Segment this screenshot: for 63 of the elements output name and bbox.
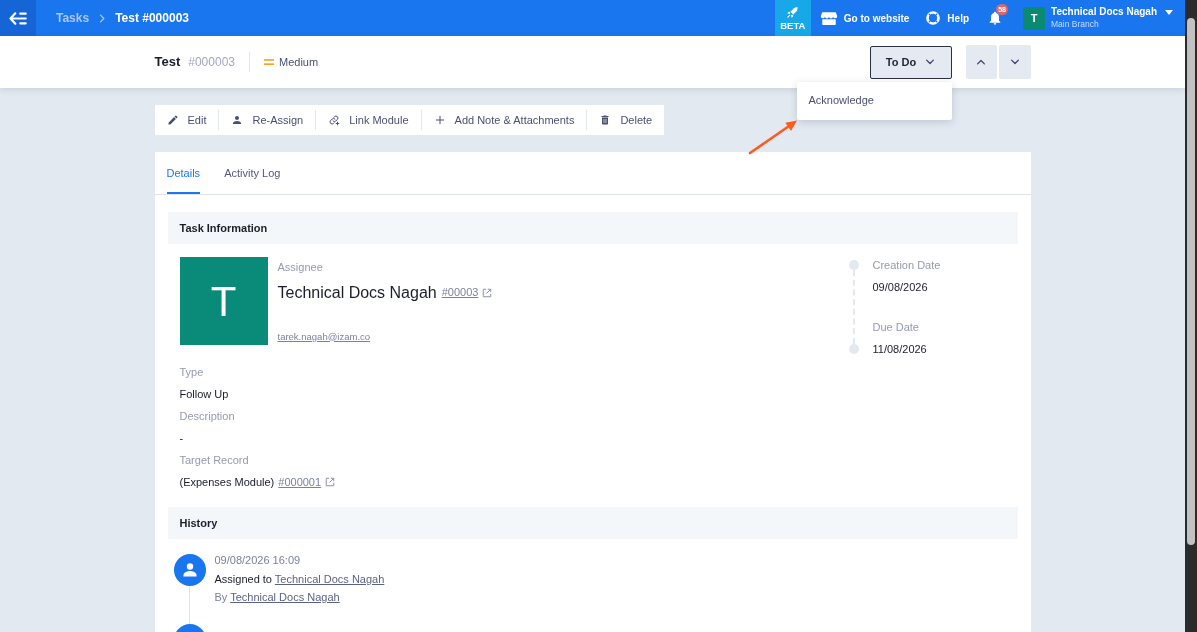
date-value: 09/08/2026 <box>872 280 929 295</box>
pencil-icon <box>166 114 179 126</box>
scrollbar-thumb[interactable] <box>1187 18 1195 545</box>
date-value: 11/08/2026 <box>872 342 928 357</box>
status-dropdown-button[interactable]: To Do <box>869 45 952 79</box>
user-icon <box>173 554 206 586</box>
person-icon <box>231 114 244 126</box>
user-avatar: T <box>1023 6 1046 30</box>
rocket-icon <box>786 5 800 19</box>
menu-back-button[interactable] <box>0 0 36 36</box>
page-title: Test #000003 <box>115 10 189 27</box>
field-value: Follow Up <box>179 387 230 402</box>
delete-button[interactable]: Delete <box>587 105 665 135</box>
assignee-name: Technical Docs Nagah <box>277 282 437 303</box>
priority-equals-icon <box>264 58 274 66</box>
tab[interactable]: Activity Log <box>224 152 281 194</box>
user-menu-button[interactable]: T Technical Docs Nagah Main Branch <box>1023 6 1173 30</box>
external-link-icon[interactable] <box>325 477 336 487</box>
field-label: Assignee <box>277 260 324 275</box>
field-label: Target Record <box>179 453 250 468</box>
field-label: Description <box>179 409 236 424</box>
email-link[interactable]: tarek.nagah@izam.co <box>277 329 493 344</box>
chevron-up-icon <box>976 59 986 65</box>
link-module-button[interactable]: Link Module <box>316 105 421 135</box>
date-label: Creation Date <box>872 258 941 273</box>
user-link[interactable]: Technical Docs Nagah <box>230 591 340 603</box>
reassign-button[interactable]: Re-Assign <box>219 105 316 135</box>
link-icon <box>328 114 341 126</box>
history-action: Assigned to Technical Docs Nagah <box>214 571 385 587</box>
caret-icon <box>1165 9 1173 15</box>
history-time: 09/08/2026 16:09 <box>214 553 302 568</box>
priority-label: Medium <box>279 54 319 70</box>
section-header: Task Information <box>167 212 1018 244</box>
field-value: - <box>179 431 185 446</box>
section-header: History <box>167 507 1018 539</box>
menu-item[interactable]: Acknowledge <box>796 87 952 114</box>
branch-name: Main Branch <box>1051 20 1099 29</box>
help-link[interactable]: Help <box>925 10 970 26</box>
field-value: (Expenses Module) <box>179 474 275 490</box>
external-link-icon[interactable] <box>482 287 493 298</box>
assignee-number-link[interactable]: #00003 <box>441 284 479 301</box>
add-note-button[interactable]: Add Note & Attachments <box>421 105 587 135</box>
chevron-right-icon <box>99 13 106 23</box>
website-link[interactable]: Go to website <box>819 10 910 26</box>
user-name: Technical Docs Nagah <box>1051 7 1157 18</box>
field-label: Type <box>179 365 205 380</box>
history-by: By Technical Docs Nagah <box>214 590 341 605</box>
chevron-down-icon <box>925 59 936 65</box>
scrollbar[interactable] <box>1185 0 1197 632</box>
edit-button[interactable]: Edit <box>154 105 219 135</box>
date-label: Due Date <box>872 320 920 335</box>
assignee-avatar: T <box>179 257 268 345</box>
lifebuoy-icon <box>925 10 942 26</box>
record-link[interactable]: #000001 <box>278 473 322 491</box>
user-link[interactable]: Technical Docs Nagah <box>274 572 385 585</box>
task-title: Test <box>154 53 181 72</box>
task-number: #000003 <box>188 54 235 71</box>
back-menu-icon[interactable] <box>9 11 27 25</box>
chevron-down-icon <box>1009 59 1020 65</box>
tab[interactable]: Details <box>166 152 201 194</box>
trash-icon <box>599 114 612 126</box>
plus-icon <box>433 114 446 126</box>
store-icon <box>819 10 838 26</box>
